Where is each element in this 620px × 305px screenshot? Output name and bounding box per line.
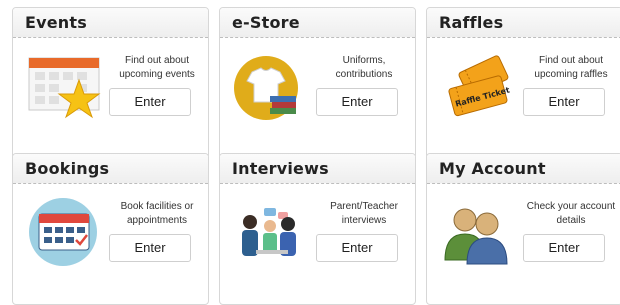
events-description: Find out about upcoming events bbox=[119, 55, 195, 80]
interviews-title: Interviews bbox=[220, 154, 415, 184]
interviews-enter-button[interactable]: Enter bbox=[316, 234, 398, 262]
raffles-enter-button[interactable]: Enter bbox=[523, 88, 605, 116]
raffle-ticket-icon: Raffle Ticket bbox=[437, 50, 519, 120]
estore-card: e-Store Uniforms, contributions Enter bbox=[219, 7, 416, 159]
account-title: My Account bbox=[427, 154, 620, 184]
events-card: Events Find out about upcoming events En… bbox=[12, 7, 209, 159]
interviews-description: Parent/Teacher interviews bbox=[330, 201, 398, 226]
estore-title: e-Store bbox=[220, 8, 415, 38]
account-enter-button[interactable]: Enter bbox=[523, 234, 605, 262]
account-card: My Account Check your account details En… bbox=[426, 153, 620, 305]
raffles-description: Find out about upcoming raffles bbox=[534, 55, 608, 80]
estore-description: Uniforms, contributions bbox=[335, 55, 393, 80]
raffles-title: Raffles bbox=[427, 8, 620, 38]
events-title: Events bbox=[13, 8, 208, 38]
interviews-card: Interviews Parent/Teacher interviews Ent… bbox=[219, 153, 416, 305]
account-description: Check your account details bbox=[526, 201, 616, 226]
bookings-card: Bookings Book facilities or appointments… bbox=[12, 153, 209, 305]
calendar-star-icon bbox=[23, 50, 105, 120]
estore-enter-button[interactable]: Enter bbox=[316, 88, 398, 116]
bookings-enter-button[interactable]: Enter bbox=[109, 234, 191, 262]
account-users-icon bbox=[437, 196, 519, 266]
bookings-title: Bookings bbox=[13, 154, 208, 184]
booking-calendar-icon bbox=[23, 196, 105, 266]
bookings-description: Book facilities or appointments bbox=[120, 201, 194, 226]
raffles-card: Raffles Raffle Ticket Find out about upc… bbox=[426, 7, 620, 159]
tshirt-books-icon bbox=[230, 50, 312, 120]
events-enter-button[interactable]: Enter bbox=[109, 88, 191, 116]
interview-people-icon bbox=[230, 196, 312, 266]
